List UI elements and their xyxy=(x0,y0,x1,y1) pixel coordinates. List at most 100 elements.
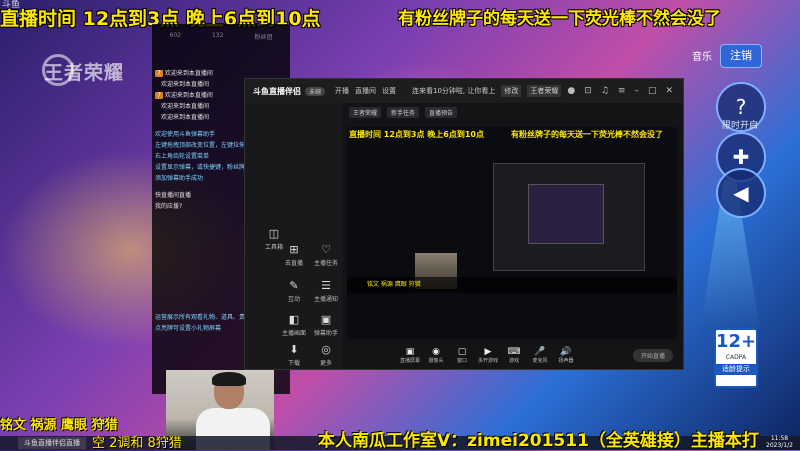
control-label: 窗口 xyxy=(456,357,467,364)
app-sub-toolbar: 王者荣耀 新手任务 直播预告 xyxy=(349,107,458,118)
sub-button[interactable]: 新手任务 xyxy=(387,107,420,118)
sidebar-label: 主播通知 xyxy=(313,296,338,303)
app-tab[interactable]: 直播间 xyxy=(355,86,376,96)
sidebar-label: 去直播 xyxy=(284,260,303,267)
sidebar-item[interactable]: ◧ 主播画面 xyxy=(277,313,311,337)
app-tab[interactable]: 开播 xyxy=(335,86,349,96)
chat-tab[interactable]: 粉丝团 xyxy=(254,32,272,41)
play-icon: ▶ xyxy=(484,346,492,357)
window-button[interactable]: ▢ 窗口 xyxy=(449,347,475,364)
window-icon: ▢ xyxy=(457,346,467,357)
live-icon: ⊞ xyxy=(289,243,299,256)
inscription-names: 铭文 祸源 鹰眼 狩猎 xyxy=(0,418,118,433)
window-controls: ● ⊡ ♫ ≡ – □ ✕ xyxy=(567,86,673,96)
clock-time: 11:58 xyxy=(770,435,789,442)
notice-icon: ☰ xyxy=(321,279,331,292)
avatar-icon[interactable]: ● xyxy=(567,86,575,96)
chat-text: 欢迎来到本直播间 xyxy=(164,70,213,77)
sidebar-label: 弹幕助手 xyxy=(313,330,338,337)
build-rule: 空 2调和 8狩猎 xyxy=(92,436,182,451)
streamer-hair xyxy=(212,372,246,386)
preview-notice: 有粉丝牌子的每天送一下荧光棒不然会没了 xyxy=(511,130,663,139)
chat-message: 7 欢迎来到本直播间 xyxy=(152,67,290,78)
chat-text: 欢迎来到本直播间 xyxy=(164,92,213,99)
interact-icon: ✎ xyxy=(289,279,299,292)
sidebar-item[interactable]: ✎ 互动 xyxy=(277,279,311,303)
game-brand-watermark: 王者荣耀 xyxy=(44,62,125,84)
sidebar-label: 主播画面 xyxy=(281,330,306,337)
sidebar-label: 更多 xyxy=(319,360,332,367)
age-rating: 12+ xyxy=(716,331,757,352)
scrolling-advert: 本人南瓜工作室V：zimei201511（全英雄接）主播本打 xyxy=(318,431,759,451)
camera-icon: ◉ xyxy=(432,346,440,357)
taskbar-item[interactable]: 斗鱼直播伴侣直播 xyxy=(18,437,86,449)
sidebar-item[interactable]: ☰ 主播通知 xyxy=(309,279,343,303)
minimize-icon[interactable]: – xyxy=(634,86,639,96)
app-title: 斗鱼直播伴侣 xyxy=(253,86,301,96)
sub-button[interactable]: 王者荣耀 xyxy=(349,107,382,118)
speaker-button[interactable]: 🔊 扬声器 xyxy=(553,347,579,364)
screen-icon: ◧ xyxy=(288,313,300,326)
live-preview[interactable]: 直播时间 12点到3点 晚上6点到10点 有粉丝牌子的每天送一下荧光棒不然会没了… xyxy=(347,127,677,339)
app-titlebar: 斗鱼直播伴侣 未绑 开播 直播间 设置 连来看10分钟啦, 让你看上 修改 王者… xyxy=(245,79,683,103)
sidebar-item[interactable]: ▣ 弹幕助手 xyxy=(309,313,343,337)
age-rating-badge: 12+ CADPA 适龄提示 xyxy=(714,328,758,388)
sidebar-label: 主播任务 xyxy=(313,260,338,267)
download-icon: ⬇ xyxy=(289,343,299,356)
control-label: 多开游戏 xyxy=(477,357,498,364)
sidebar-item[interactable]: ⊞ 去直播 xyxy=(277,243,311,267)
menu-icon[interactable]: ≡ xyxy=(618,86,626,96)
app-tab[interactable]: 设置 xyxy=(382,86,396,96)
music-link[interactable]: 音乐 xyxy=(692,48,712,63)
control-label: 扬声器 xyxy=(558,357,574,364)
screen-capture-button[interactable]: ▣ 直播屏幕 xyxy=(397,347,423,364)
sub-button[interactable]: 直播预告 xyxy=(425,107,458,118)
control-label: 游戏 xyxy=(508,357,519,364)
go-live-button[interactable]: 开始直播 xyxy=(632,348,673,362)
more-icon: ◎ xyxy=(321,343,331,356)
speaker-volume-icon: 🔊 xyxy=(560,346,572,357)
danmaku-icon: ▣ xyxy=(320,313,332,326)
category-button[interactable]: 王者荣耀 xyxy=(527,85,562,97)
chat-tab[interactable]: 132 xyxy=(212,32,223,41)
app-top-info: 连来看10分钟啦, 让你看上 xyxy=(412,87,496,95)
rating-org: CADPA xyxy=(725,354,747,361)
close-icon[interactable]: ✕ xyxy=(665,86,673,96)
logout-button[interactable]: 注销 xyxy=(720,44,762,68)
preview-schedule: 直播时间 12点到3点 晚上6点到10点 xyxy=(349,130,484,139)
toolbox-icon: ◫ xyxy=(268,227,280,240)
maximize-icon[interactable]: □ xyxy=(648,86,657,96)
sidebar-label: 下载 xyxy=(287,360,300,367)
chat-text: 欢迎来到本直播间 xyxy=(161,81,210,88)
app-sidebar: ◫ 工具箱 ⊞ 去直播 ♡ 主播任务 ✎ 互动 ☰ 主播通知 ◧ 主播画面 ▣ 弹幕助手 ⬇ 下… xyxy=(245,103,343,369)
clock: 11:58 2023/1/2 xyxy=(766,435,793,449)
chat-tab[interactable]: 602 xyxy=(170,32,181,41)
chat-tabs: 602 132 粉丝团 xyxy=(152,24,290,43)
app-badge: 未绑 xyxy=(305,86,326,96)
clock-date: 2023/1/2 xyxy=(766,442,793,449)
camera-button[interactable]: ◉ 摄像头 xyxy=(423,347,449,364)
screen-capture-icon: ▣ xyxy=(405,346,415,357)
notice-banner: 有粉丝牌子的每天送一下荧光棒不然会没了 xyxy=(398,9,721,29)
task-icon: ♡ xyxy=(321,243,331,256)
nested-preview-inner xyxy=(528,184,604,244)
streaming-app-window[interactable]: 斗鱼直播伴侣 未绑 开播 直播间 设置 连来看10分钟啦, 让你看上 修改 王者… xyxy=(244,78,684,370)
sidebar-item[interactable]: ♡ 主播任务 xyxy=(309,243,343,267)
lock-icon[interactable]: ⊡ xyxy=(584,86,592,96)
microphone-button[interactable]: 🎤 麦克风 xyxy=(527,347,553,364)
preview-bottom-bar: 铭文 祸源 鹰眼 狩猎 xyxy=(347,277,677,293)
fan-badge: 7 xyxy=(155,70,163,77)
control-label: 摄像头 xyxy=(428,357,444,364)
rating-tip: 适龄提示 xyxy=(716,364,756,375)
game-button[interactable]: ⌨ 游戏 xyxy=(501,347,527,364)
edit-button[interactable]: 修改 xyxy=(501,85,522,97)
chat-text: 欢迎来到本直播间 xyxy=(161,114,210,121)
chat-text: 欢迎来到本直播间 xyxy=(161,103,210,110)
sidebar-item[interactable]: ⬇ 下载 xyxy=(277,343,311,367)
sidebar-item[interactable]: ◎ 更多 xyxy=(309,343,343,367)
control-label: 麦克风 xyxy=(532,357,548,364)
speaker-icon[interactable]: ◀ xyxy=(716,168,766,218)
multi-game-button[interactable]: ▶ 多开游戏 xyxy=(475,347,501,364)
bell-icon[interactable]: ♫ xyxy=(601,86,609,96)
sidebar-label: 互动 xyxy=(287,296,300,303)
